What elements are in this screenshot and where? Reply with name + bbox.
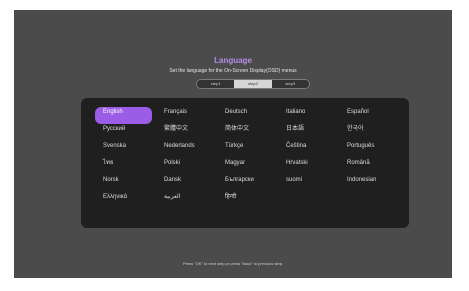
language-option[interactable]: Română: [339, 158, 396, 175]
language-option[interactable]: ไทย: [95, 158, 152, 175]
osd-screen: Language Set the language for the On-Scr…: [14, 10, 452, 278]
language-option[interactable]: Български: [217, 175, 274, 192]
language-option[interactable]: Português: [339, 141, 396, 158]
language-option[interactable]: Français: [156, 107, 213, 124]
language-option[interactable]: Norsk: [95, 175, 152, 192]
language-option[interactable]: Türkçe: [217, 141, 274, 158]
step-1: step1: [197, 80, 235, 88]
language-option[interactable]: हिन्दी: [217, 192, 274, 209]
language-option[interactable]: العربية: [156, 192, 213, 209]
language-option[interactable]: Dansk: [156, 175, 213, 192]
language-option[interactable]: 日本語: [278, 124, 335, 141]
language-option[interactable]: Español: [339, 107, 396, 124]
page-title: Language: [214, 56, 252, 65]
language-option[interactable]: Svenska: [95, 141, 152, 158]
navigation-hint: Press "OK" to next step,or press "back" …: [182, 261, 284, 266]
language-option[interactable]: 简体中文: [217, 124, 274, 141]
language-option[interactable]: Polski: [156, 158, 213, 175]
language-option[interactable]: Ελληνικά: [95, 192, 152, 209]
page-subtitle: Set the language for the On-Screen Displ…: [169, 68, 297, 74]
language-panel: English Français Deutsch Italiano Españo…: [81, 98, 409, 228]
language-option[interactable]: Italiano: [278, 107, 335, 124]
language-option[interactable]: Русский: [95, 124, 152, 141]
step-3: step3: [271, 80, 309, 88]
language-option[interactable]: Deutsch: [217, 107, 274, 124]
step-indicator: step1 step2 step3: [196, 79, 310, 89]
step-2: step2: [234, 80, 272, 88]
language-option[interactable]: 繁體中文: [156, 124, 213, 141]
language-option[interactable]: Indonesian: [339, 175, 396, 192]
language-option[interactable]: Nederlands: [156, 141, 213, 158]
language-option[interactable]: Hrvatski: [278, 158, 335, 175]
language-option[interactable]: 한국어: [339, 124, 396, 141]
language-option[interactable]: Magyar: [217, 158, 274, 175]
language-option[interactable]: Čeština: [278, 141, 335, 158]
language-option-selected[interactable]: English: [95, 107, 152, 124]
language-grid: English Français Deutsch Italiano Españo…: [95, 107, 400, 209]
language-option[interactable]: suomi: [278, 175, 335, 192]
